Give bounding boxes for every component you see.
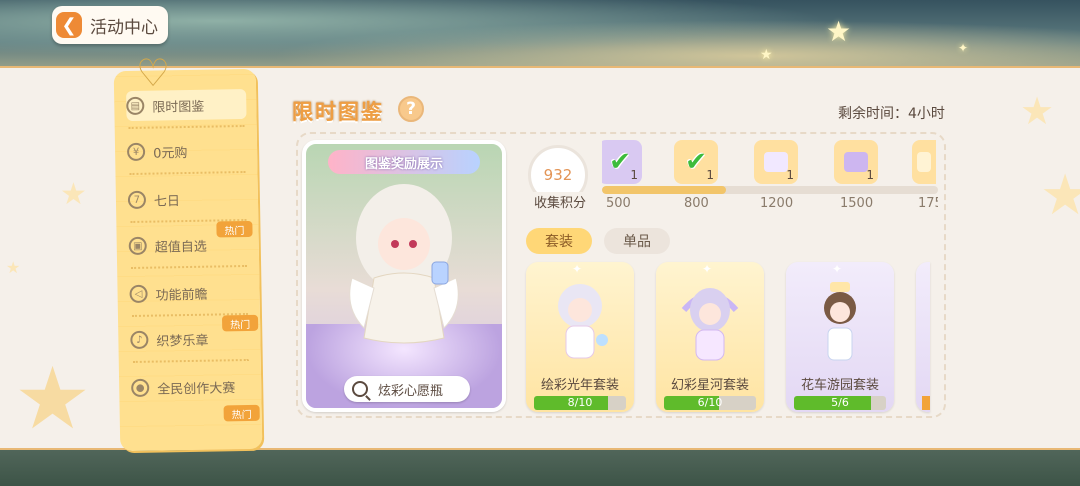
star-icon: ★	[1040, 163, 1080, 228]
sparkle-item-icon	[764, 152, 788, 172]
reward-progress-fill	[602, 186, 727, 194]
star-icon: ★	[760, 47, 773, 63]
music-note-icon: ♪	[130, 330, 149, 350]
sparkle-icon: ✦	[832, 262, 843, 276]
sparkle-icon: ✦	[702, 262, 713, 276]
menu-divider	[132, 358, 249, 363]
reward-item-800[interactable]: ✔ 1	[674, 140, 718, 184]
gift-box-icon: ▣	[128, 236, 147, 256]
outfit-progress-text: 8/10	[567, 396, 593, 409]
menu-item-creation-contest[interactable]: ● 全民创作大赛	[131, 371, 252, 403]
outfit-character	[824, 282, 856, 361]
check-icon: ✔	[685, 147, 707, 177]
outfit-card[interactable]: ✦ 幻彩星河套装 6/10	[656, 262, 764, 412]
star-icon: ★	[14, 349, 92, 449]
megaphone-icon: ◁	[129, 284, 148, 304]
menu-item-label: 七日	[153, 193, 181, 210]
milestone-label: 500	[606, 196, 631, 211]
tab-single-items[interactable]: 单品	[604, 228, 670, 254]
score-label: 收集积分	[532, 192, 589, 211]
menu-item-value-select[interactable]: ▣ 超值自选	[128, 229, 249, 261]
back-button[interactable]: ❮ 活动中心	[52, 6, 168, 44]
outfit-progress-text: 6/10	[697, 396, 723, 409]
outfit-progress-fill	[922, 396, 930, 410]
outfit-name: 绘彩光年套装	[540, 378, 619, 393]
outfit-card-partial[interactable]	[916, 262, 930, 412]
score-value: 932	[543, 166, 573, 184]
back-button-label: 活动中心	[90, 17, 158, 38]
milestone-label: 1500	[840, 196, 874, 211]
reward-item-500[interactable]: ✔ 1	[602, 140, 642, 184]
outfit-progress-bar: 8/10	[534, 396, 626, 410]
menu-item-label: 超值自选	[154, 239, 207, 256]
menu-divider	[128, 124, 245, 130]
outfit-character	[681, 288, 739, 361]
seven-day-icon: 7	[127, 190, 147, 210]
showcase-banner: 图鉴奖励展示	[328, 150, 480, 174]
milestone-label: 1200	[760, 196, 794, 211]
wish-bottle-label: 炫彩心愿瓶	[378, 383, 444, 399]
menu-item-feature-preview[interactable]: ◁ 功能前瞻	[129, 277, 250, 309]
palette-icon: ●	[131, 378, 150, 398]
help-button[interactable]: ?	[398, 96, 424, 122]
outfit-character	[558, 284, 608, 359]
outfit-card[interactable]: ✦ 绘彩光年套装 8/10	[526, 262, 634, 412]
menu-item-seven-days[interactable]: 7 七日	[127, 183, 249, 215]
menu-item-label: 全民创作大赛	[157, 380, 236, 398]
menu-divider	[129, 170, 246, 176]
book-icon: ▤	[126, 96, 145, 116]
reward-count: 1	[866, 168, 874, 182]
star-icon: ★	[1020, 89, 1055, 133]
reward-item-1500[interactable]: 1	[834, 140, 878, 184]
page-title: 限时图鉴	[292, 100, 384, 124]
side-menu: ▤ 限时图鉴 ¥ 0元购 7 七日 热门 ▣ 超值自选 ◁ 功能前瞻 热门 ♪ …	[113, 68, 263, 452]
outfit-progress-bar: 6/10	[664, 396, 756, 410]
character-illustration	[349, 184, 459, 344]
wish-bottle-button[interactable]: 炫彩心愿瓶	[344, 376, 470, 402]
outfit-progress-text: 5/6	[831, 396, 849, 409]
remaining-time: 剩余时间：4小时	[838, 106, 945, 122]
reward-item-partial[interactable]	[912, 140, 936, 184]
wish-bottle-item-icon	[844, 152, 868, 172]
tab-outfits[interactable]: 套装	[526, 228, 592, 254]
heart-clip-icon: ♡	[135, 51, 171, 95]
background-scene-bottom	[0, 448, 1080, 486]
star-icon: ★	[6, 258, 21, 277]
reward-count: 1	[630, 168, 638, 182]
menu-item-label: 功能前瞻	[155, 287, 208, 304]
reward-count: 1	[786, 168, 794, 182]
outfit-name: 幻彩星河套装	[670, 378, 749, 393]
outfit-name: 花车游园套装	[800, 378, 879, 393]
reward-count: 1	[706, 168, 714, 182]
star-icon: ✦	[958, 41, 969, 55]
outfit-card[interactable]: ✦ 花车游园套装 5/6	[786, 262, 894, 412]
back-arrow-icon: ❮	[56, 12, 82, 38]
reward-item-1200[interactable]: 1	[754, 140, 798, 184]
menu-item-zero-yuan[interactable]: ¥ 0元购	[126, 135, 248, 167]
ticket-item-icon	[917, 152, 931, 172]
outfit-progress-bar: 5/6	[794, 396, 886, 410]
zero-coin-icon: ¥	[126, 142, 146, 162]
star-icon: ★	[826, 15, 852, 48]
star-icon: ★	[60, 177, 87, 212]
menu-divider	[131, 264, 248, 269]
sparkle-icon: ✦	[572, 262, 583, 276]
hot-badge: 热门	[223, 404, 260, 422]
menu-item-label: 限时图鉴	[152, 99, 205, 116]
milestone-label: 175	[918, 196, 938, 211]
search-icon	[352, 381, 368, 397]
reward-progress-track	[602, 186, 938, 194]
menu-item-label: 0元购	[153, 145, 188, 162]
reward-showcase[interactable]: 图鉴奖励展示 炫彩心愿瓶	[302, 140, 506, 412]
milestone-label: 800	[684, 196, 709, 211]
check-icon: ✔	[609, 147, 631, 177]
menu-item-label: 织梦乐章	[156, 333, 209, 350]
menu-item-dream-melody[interactable]: ♪ 织梦乐章	[130, 323, 251, 355]
